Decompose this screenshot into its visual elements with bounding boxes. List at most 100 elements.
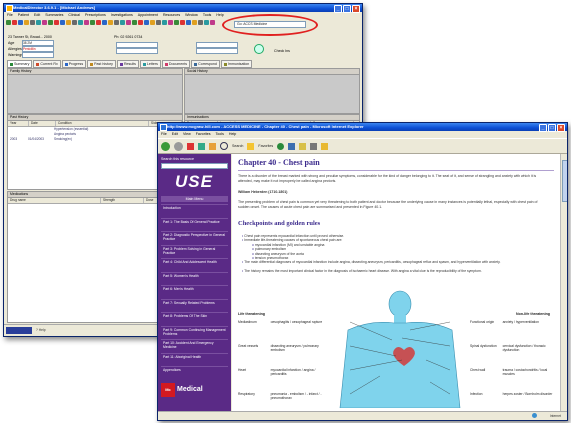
- figure-row-items: pneumonia - embolism / - infarct / - pne…: [270, 392, 322, 401]
- toolbar-icon-7[interactable]: [42, 19, 47, 25]
- sidebar-nav-item[interactable]: Part 1: The Basis Of General Practice: [161, 217, 228, 225]
- toolbar-icon-29[interactable]: [174, 19, 179, 25]
- tab-results[interactable]: Results: [116, 60, 139, 68]
- toolbar-icon-17[interactable]: [102, 19, 107, 25]
- sidebar-nav-item[interactable]: Part 3: Problem Solving in General Pract…: [161, 244, 228, 256]
- toolbar-icon-13[interactable]: [78, 19, 83, 25]
- stop-icon[interactable]: [187, 142, 194, 150]
- toolbar-icon-28[interactable]: [168, 19, 173, 25]
- toolbar-icon-34[interactable]: [204, 19, 209, 25]
- browser-menu-help[interactable]: Help: [229, 131, 236, 137]
- column-header[interactable]: Condition: [56, 121, 149, 126]
- tab-correspond[interactable]: Correspond: [191, 60, 220, 68]
- refresh-icon[interactable]: [198, 142, 205, 150]
- sidebar-nav-item[interactable]: Appendices: [161, 366, 228, 373]
- toolbar-icon-5[interactable]: [30, 19, 35, 25]
- browser-menu-tools[interactable]: Tools: [216, 131, 224, 137]
- tab-past-history[interactable]: Past history: [87, 60, 116, 68]
- history-icon[interactable]: [288, 142, 296, 150]
- sidebar-nav-item[interactable]: Part 11: Aboriginal Health: [161, 352, 228, 360]
- sidebar-nav-item[interactable]: Part 8: Problems Of The Skin: [161, 312, 228, 319]
- back-icon[interactable]: [161, 141, 170, 151]
- browser-menu-edit[interactable]: Edit: [172, 131, 178, 137]
- toolbar-icon-27[interactable]: [162, 19, 167, 25]
- column-header[interactable]: Date: [29, 121, 56, 126]
- toolbar-icon-14[interactable]: [84, 19, 89, 25]
- toolbar-icon-32[interactable]: [192, 19, 197, 25]
- toolbar-icon-4[interactable]: [24, 19, 29, 25]
- media-icon[interactable]: [277, 142, 285, 150]
- toolbar-icon-11[interactable]: [66, 19, 71, 25]
- toolbar-icon-6[interactable]: [36, 19, 41, 25]
- start-panel[interactable]: [6, 327, 32, 334]
- toolbar-icon-26[interactable]: [156, 19, 161, 25]
- sidebar-nav-item[interactable]: Part 2: Diagnostic Perspective in Genera…: [161, 231, 228, 242]
- figure-row-label: Great vessels: [238, 344, 259, 348]
- mail-icon[interactable]: [299, 142, 307, 150]
- toolbar-icon-35[interactable]: [210, 19, 215, 25]
- browser-menu-view[interactable]: View: [183, 131, 191, 137]
- toolbar-icon-3[interactable]: [18, 19, 23, 25]
- browser-menu-file[interactable]: File: [161, 131, 167, 137]
- toolbar-icon-8[interactable]: [48, 19, 53, 25]
- forward-icon[interactable]: [174, 141, 183, 151]
- tab-current-rx[interactable]: Current Rx: [33, 60, 61, 68]
- vertical-scrollbar[interactable]: [560, 154, 567, 411]
- tab-letters[interactable]: Letters: [139, 60, 161, 68]
- favorites-icon[interactable]: [247, 142, 255, 150]
- toolbar-icon-10[interactable]: [60, 19, 65, 25]
- globe-icon: [532, 413, 537, 418]
- toolbar-icon-22[interactable]: [132, 19, 137, 25]
- patient-field-4[interactable]: [196, 48, 238, 54]
- folder-icon[interactable]: [321, 142, 329, 150]
- toolbar-icon-33[interactable]: [198, 19, 203, 25]
- toolbar-icon-9[interactable]: [54, 19, 59, 25]
- toolbar-icon-30[interactable]: [180, 19, 185, 25]
- tab-progress[interactable]: Progress: [61, 60, 87, 68]
- figure-row-label: Infection: [470, 392, 483, 396]
- figure-row: Chest wall trauma / costochondritis / loc…: [470, 368, 556, 376]
- search-label[interactable]: Search: [232, 144, 243, 148]
- favorites-label[interactable]: Favorites: [258, 144, 273, 148]
- toolbar-icon-15[interactable]: [90, 19, 95, 25]
- sidebar-nav-item[interactable]: Introduction: [161, 204, 228, 211]
- scrollbar-thumb[interactable]: [562, 160, 567, 202]
- toolbar-icon-21[interactable]: [126, 19, 131, 25]
- toolbar-icon-25[interactable]: [150, 19, 155, 25]
- column-header[interactable]: Strength: [101, 198, 144, 203]
- toolbar-icon-18[interactable]: [108, 19, 113, 25]
- column-header[interactable]: Year: [8, 121, 29, 126]
- print-icon[interactable]: [310, 142, 318, 150]
- sidebar-nav-item[interactable]: Part 5: Women's Health: [161, 271, 228, 279]
- toolbar-icon-1[interactable]: [6, 19, 11, 25]
- toolbar-icon-16[interactable]: [96, 19, 101, 25]
- toolbar-icon-31[interactable]: [186, 19, 191, 25]
- sidebar-search-input[interactable]: [161, 163, 228, 169]
- patient-icon[interactable]: [254, 44, 264, 54]
- browser-status-bar: Internet: [158, 411, 567, 420]
- tab-documents[interactable]: Documents: [161, 60, 191, 68]
- bullet-text: Chest pain represents myocardial infarct…: [244, 234, 345, 238]
- tab-immunisation[interactable]: Immunisation: [220, 60, 253, 68]
- search-icon[interactable]: [220, 142, 228, 150]
- toolbar-icon-23[interactable]: [138, 19, 143, 25]
- toolbar-icon-24[interactable]: [144, 19, 149, 25]
- sidebar-nav-item[interactable]: Part 10: Accident And Emergency Medicine: [161, 339, 228, 350]
- warnings-field[interactable]: [22, 52, 54, 58]
- sidebar-nav-item[interactable]: Part 4: Child And Adolescent Health: [161, 258, 228, 265]
- tab-summary[interactable]: Summary: [7, 60, 33, 68]
- column-header[interactable]: Drug name: [8, 198, 101, 203]
- toolbar-icon-19[interactable]: [114, 19, 119, 25]
- toolbar-icon-20[interactable]: [120, 19, 125, 25]
- toolbar-icon-12[interactable]: [72, 19, 77, 25]
- help-text[interactable]: ? Help: [36, 328, 46, 332]
- sidebar-nav-item[interactable]: Part 6: Men's Health: [161, 285, 228, 292]
- patient-field-2[interactable]: [116, 48, 158, 54]
- toolbar-icon-2[interactable]: [12, 19, 17, 25]
- sidebar-nav-item[interactable]: Part 7: Sexually Related Problems: [161, 298, 228, 306]
- home-icon[interactable]: [209, 142, 216, 150]
- figure-row: Great vessels dissecting aneurysm / pulmo…: [238, 344, 324, 352]
- sidebar-nav-item[interactable]: Part 9: Common Continuing Management Pro…: [161, 325, 228, 337]
- browser-menu-favorites[interactable]: Favorites: [196, 131, 211, 137]
- table-row[interactable]: 2003 01/04/2003 Smoking(ex): [8, 137, 182, 142]
